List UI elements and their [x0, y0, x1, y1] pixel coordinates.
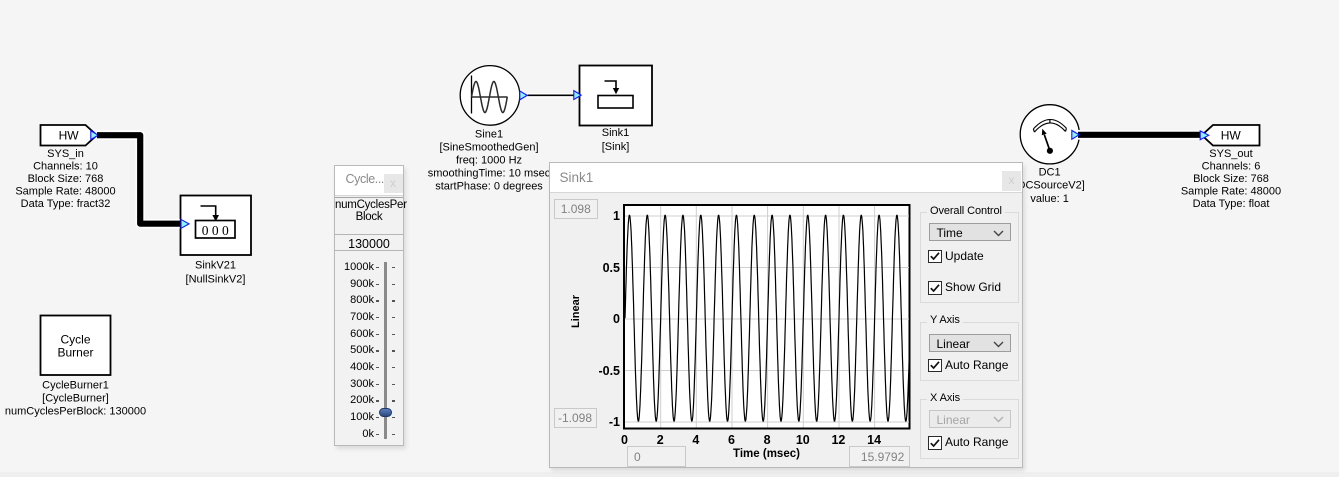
svg-text:value: 1: value: 1: [1030, 193, 1069, 205]
svg-text:Data Type: float: Data Type: float: [1193, 198, 1270, 210]
svg-text:SYS_out: SYS_out: [1209, 148, 1252, 160]
svg-text:Burner: Burner: [57, 345, 93, 359]
svg-text:[Sink]: [Sink]: [602, 141, 630, 153]
svg-text:Channels: 10: Channels: 10: [33, 161, 98, 173]
svg-text:startPhase: 0 degrees: startPhase: 0 degrees: [435, 180, 543, 192]
svg-text:Data Type: fract32: Data Type: fract32: [21, 198, 111, 210]
svg-text:Channels: 6: Channels: 6: [1202, 161, 1261, 173]
svg-text:Sample Rate: 48000: Sample Rate: 48000: [15, 186, 115, 198]
svg-text:Block Size: 768: Block Size: 768: [1193, 173, 1269, 185]
svg-text:smoothingTime: 10 msec: smoothingTime: 10 msec: [428, 167, 551, 179]
svg-text:numCyclesPerBlock: 130000: numCyclesPerBlock: 130000: [5, 405, 146, 417]
svg-text:Cycle: Cycle: [60, 332, 90, 346]
svg-text:[SineSmoothedGen]: [SineSmoothedGen]: [439, 141, 538, 153]
svg-text:Sine1: Sine1: [475, 128, 503, 140]
svg-text:CycleBurner1: CycleBurner1: [42, 379, 109, 391]
svg-text:HW: HW: [1221, 128, 1242, 142]
svg-text:[DCSourceV2]: [DCSourceV2]: [1014, 180, 1084, 192]
svg-text:HW: HW: [59, 128, 80, 142]
svg-text:SYS_in: SYS_in: [47, 148, 84, 160]
svg-text:[CycleBurner]: [CycleBurner]: [42, 392, 109, 404]
svg-text:Sink1: Sink1: [602, 127, 630, 139]
svg-text:Sample Rate: 48000: Sample Rate: 48000: [1181, 186, 1281, 198]
svg-text:freq: 1000 Hz: freq: 1000 Hz: [456, 154, 522, 166]
svg-text:SinkV21: SinkV21: [195, 259, 236, 271]
svg-text:Block Size: 768: Block Size: 768: [28, 173, 104, 185]
svg-text:[NullSinkV2]: [NullSinkV2]: [186, 274, 246, 286]
svg-text:0 0 0: 0 0 0: [202, 223, 229, 238]
svg-text:DC1: DC1: [1039, 167, 1061, 179]
